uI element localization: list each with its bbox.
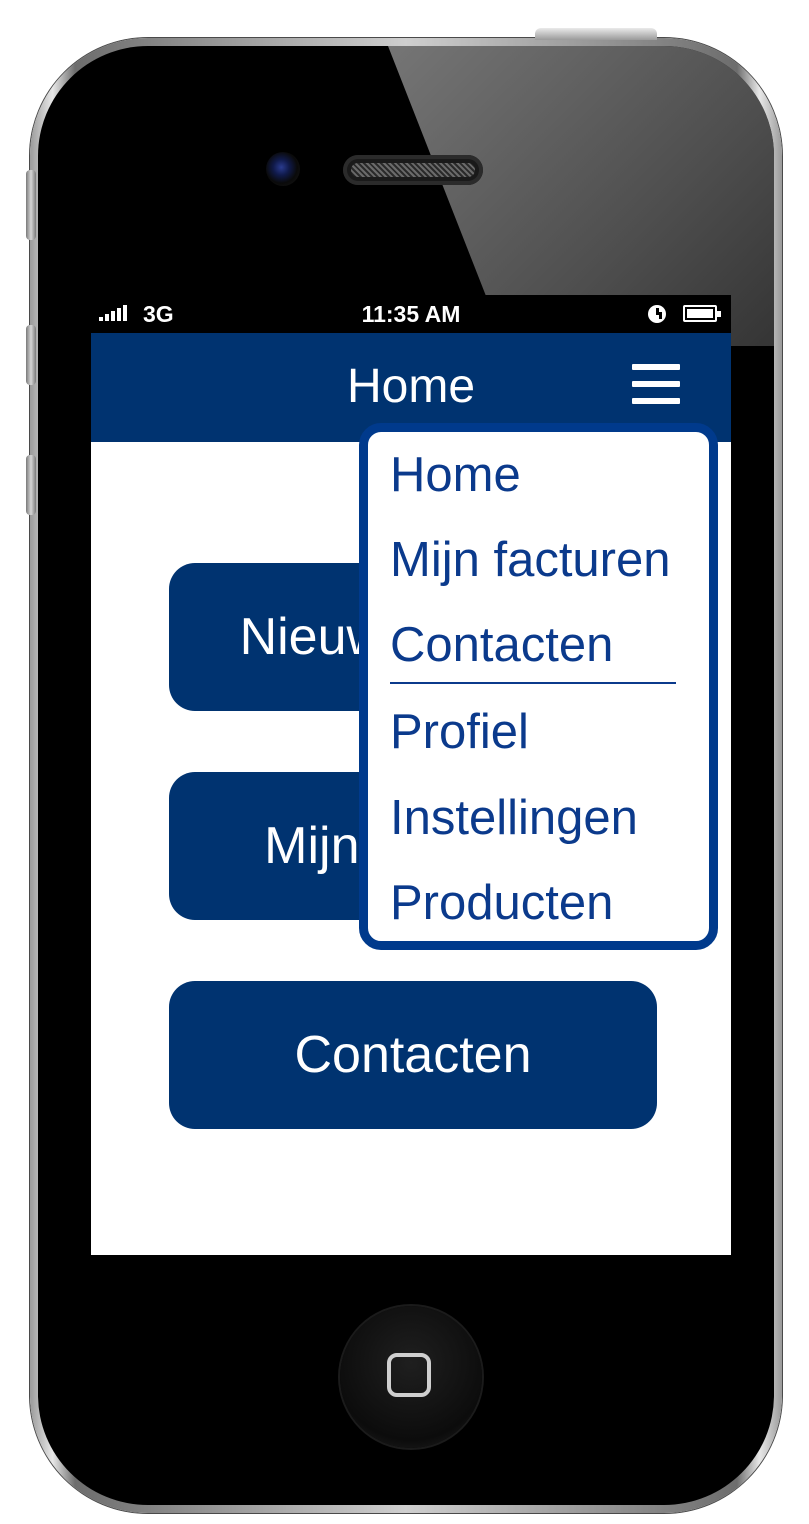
power-button	[535, 28, 657, 40]
status-time: 11:35 AM	[361, 301, 461, 327]
menu-item-my-invoices[interactable]: Mijn facturen	[390, 532, 671, 588]
volume-down-button	[26, 455, 36, 515]
battery-icon	[683, 305, 721, 322]
app-screen: 3G 11:35 AM Home Nieuwe factuur Mijn fac…	[91, 295, 731, 1255]
menu-item-home[interactable]: Home	[390, 447, 521, 503]
hamburger-menu-icon[interactable]	[632, 364, 680, 404]
mute-switch	[26, 170, 36, 240]
volume-up-button	[26, 325, 36, 385]
home-button[interactable]	[340, 1306, 482, 1448]
menu-item-products[interactable]: Producten	[390, 875, 613, 931]
menu-item-contacts[interactable]: Contacten	[390, 617, 613, 673]
home-square-icon	[387, 1353, 431, 1397]
menu-item-settings[interactable]: Instellingen	[390, 790, 638, 846]
dropdown-menu: Home Mijn facturen Contacten Profiel Ins…	[359, 423, 718, 950]
contacts-button-label: Contacten	[294, 1026, 532, 1084]
front-camera	[266, 152, 300, 186]
menu-divider	[390, 682, 676, 684]
contacts-button[interactable]: Contacten	[169, 981, 657, 1129]
status-bar: 3G 11:35 AM	[91, 295, 731, 333]
menu-item-profile[interactable]: Profiel	[390, 704, 529, 760]
alarm-icon	[648, 305, 666, 323]
earpiece-speaker	[343, 155, 483, 185]
